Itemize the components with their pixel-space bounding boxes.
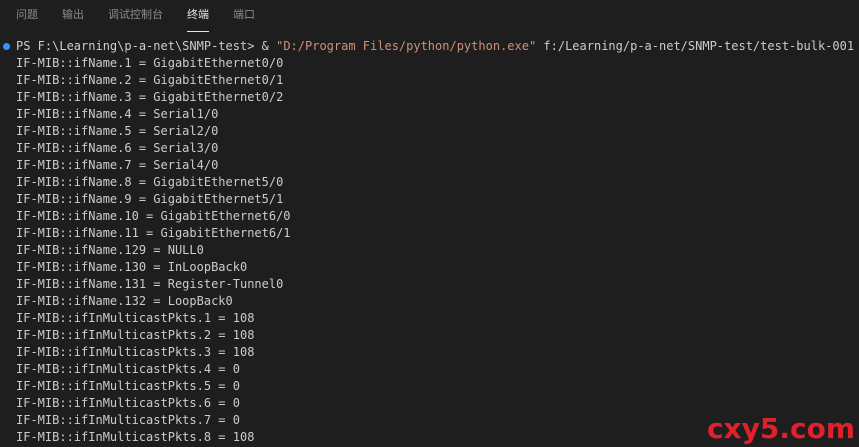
output-line: IF-MIB::ifName.6 = Serial3/0 [16,141,219,155]
output-line: IF-MIB::ifName.8 = GigabitEthernet5/0 [16,175,284,189]
output-line: IF-MIB::ifName.10 = GigabitEthernet6/0 [16,209,291,223]
output-line: IF-MIB::ifInMulticastPkts.3 = 108 [16,345,255,359]
output-line: IF-MIB::ifName.4 = Serial1/0 [16,107,219,121]
output-line: IF-MIB::ifInMulticastPkts.1 = 108 [16,311,255,325]
python-exe-path: "D:/Program Files/python/python.exe" [276,39,537,53]
tab-debug-console[interactable]: 调试控制台 [108,0,163,32]
output-line: IF-MIB::ifName.130 = InLoopBack0 [16,260,248,274]
panel-tab-bar: 问题 输出 调试控制台 终端 端口 [0,0,859,32]
tab-terminal[interactable]: 终端 [187,0,209,32]
output-line: IF-MIB::ifName.7 = Serial4/0 [16,158,219,172]
output-line: IF-MIB::ifName.131 = Register-Tunnel0 [16,277,284,291]
output-line: IF-MIB::ifName.9 = GigabitEthernet5/1 [16,192,284,206]
output-line: IF-MIB::ifName.129 = NULL0 [16,243,204,257]
output-line: IF-MIB::ifInMulticastPkts.6 = 0 [16,396,240,410]
output-line: IF-MIB::ifInMulticastPkts.5 = 0 [16,379,240,393]
tab-ports[interactable]: 端口 [233,0,255,32]
output-line: IF-MIB::ifName.1 = GigabitEthernet0/0 [16,56,284,70]
tab-output[interactable]: 输出 [62,0,84,32]
output-line: IF-MIB::ifName.2 = GigabitEthernet0/1 [16,73,284,87]
output-line: IF-MIB::ifName.3 = GigabitEthernet0/2 [16,90,284,104]
site-watermark: cxy5.com [706,412,855,445]
output-line: IF-MIB::ifName.132 = LoopBack0 [16,294,233,308]
output-line: IF-MIB::ifName.5 = Serial2/0 [16,124,219,138]
command-status-dot-icon [3,43,10,50]
tab-problems[interactable]: 问题 [16,0,38,32]
output-line: IF-MIB::ifInMulticastPkts.2 = 108 [16,328,255,342]
output-line: IF-MIB::ifInMulticastPkts.4 = 0 [16,362,240,376]
terminal-panel: 问题 输出 调试控制台 终端 端口 PS F:\Learning\p-a-net… [0,0,859,447]
command-line: PS F:\Learning\p-a-net\SNMP-test> & "D:/… [0,38,859,55]
script-argument: f:/Learning/p-a-net/SNMP-test/test-bulk-… [536,39,855,53]
terminal-prompt: PS F:\Learning\p-a-net\SNMP-test> & [16,39,277,53]
output-line: IF-MIB::ifName.11 = GigabitEthernet6/1 [16,226,291,240]
terminal-output[interactable]: PS F:\Learning\p-a-net\SNMP-test> & "D:/… [0,38,859,447]
